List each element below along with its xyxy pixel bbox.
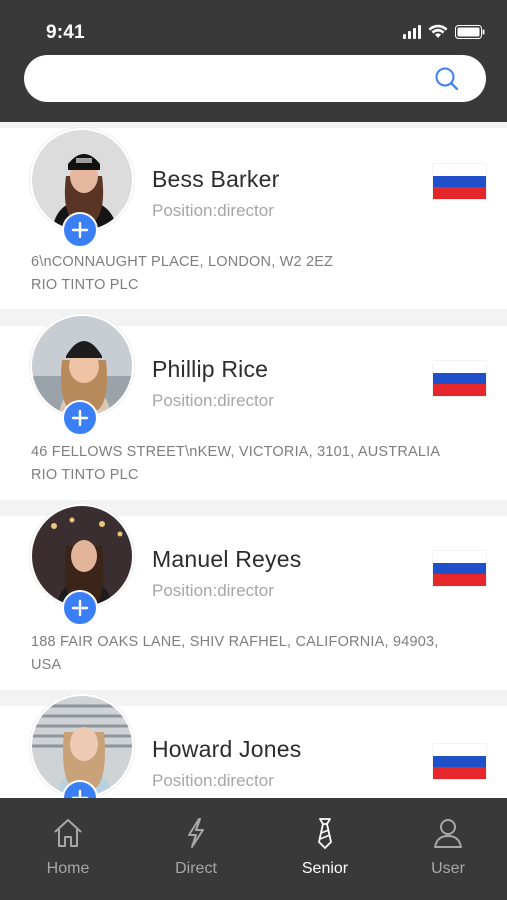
- tab-home[interactable]: Home: [5, 798, 131, 900]
- tab-label: Senior: [301, 860, 349, 877]
- user-icon: [431, 816, 465, 855]
- search-input[interactable]: [44, 55, 424, 102]
- contact-name: Manuel Reyes: [152, 546, 302, 572]
- lightning-icon: [179, 816, 213, 855]
- contact-position: Position:director: [152, 201, 274, 220]
- tab-senior[interactable]: Senior: [262, 798, 388, 900]
- search-bar[interactable]: [24, 55, 486, 102]
- contact-position: Position:director: [152, 771, 274, 790]
- wifi-icon: [428, 24, 448, 39]
- tab-label: Direct: [175, 860, 217, 877]
- contact-card[interactable]: Manuel Reyes Position:director 188 FAIR …: [0, 504, 507, 690]
- add-contact-button[interactable]: [62, 590, 98, 626]
- contact-name: Bess Barker: [152, 166, 280, 192]
- russia-flag-icon: [433, 164, 486, 199]
- company-line: RIO TINTO PLC: [31, 277, 139, 293]
- status-icons: [403, 24, 485, 39]
- contact-position: Position:director: [152, 391, 274, 410]
- contact-card[interactable]: Phillip Rice Position:director 46 FELLOW…: [0, 314, 507, 500]
- contact-name: Phillip Rice: [152, 356, 269, 382]
- tab-label: Home: [46, 860, 90, 877]
- contact-list[interactable]: Bess Barker Position:director 6\nCONNAUG…: [0, 122, 507, 798]
- add-contact-button[interactable]: [62, 400, 98, 436]
- contact-address: 46 FELLOWS STREET\nKEW, VICTORIA, 3101, …: [31, 441, 481, 487]
- company-line: USA: [31, 657, 62, 673]
- contact-card[interactable]: Bess Barker Position:director 6\nCONNAUG…: [0, 128, 507, 309]
- russia-flag-icon: [433, 361, 486, 396]
- address-line: 6\nCONNAUGHT PLACE, LONDON, W2 2EZ: [31, 254, 334, 270]
- tab-direct[interactable]: Direct: [133, 798, 259, 900]
- company-line: RIO TINTO PLC: [31, 467, 139, 483]
- status-time: 9:41: [46, 22, 85, 43]
- app-header: 9:41: [0, 0, 507, 122]
- add-contact-button[interactable]: [62, 212, 98, 248]
- tie-icon: [308, 816, 342, 855]
- contact-card[interactable]: Howard Jones Position:director: [0, 694, 507, 798]
- russia-flag-icon: [433, 744, 486, 779]
- cellular-signal-icon: [403, 24, 421, 39]
- status-bar: 9:41: [0, 0, 507, 50]
- battery-icon: [455, 24, 485, 39]
- address-line: 46 FELLOWS STREET\nKEW, VICTORIA, 3101, …: [31, 444, 441, 460]
- contact-address: 6\nCONNAUGHT PLACE, LONDON, W2 2EZ RIO T…: [31, 251, 481, 297]
- contact-address: 188 FAIR OAKS LANE, SHIV RAFHEL, CALIFOR…: [31, 631, 481, 677]
- address-line: 188 FAIR OAKS LANE, SHIV RAFHEL, CALIFOR…: [31, 634, 439, 650]
- search-icon[interactable]: [434, 66, 460, 97]
- bottom-tab-bar: Home Direct Senior User: [0, 798, 507, 900]
- russia-flag-icon: [433, 551, 486, 586]
- home-icon: [51, 816, 85, 855]
- contact-position: Position:director: [152, 581, 274, 600]
- contact-name: Howard Jones: [152, 736, 302, 762]
- tab-user[interactable]: User: [385, 798, 507, 900]
- tab-label: User: [431, 860, 465, 877]
